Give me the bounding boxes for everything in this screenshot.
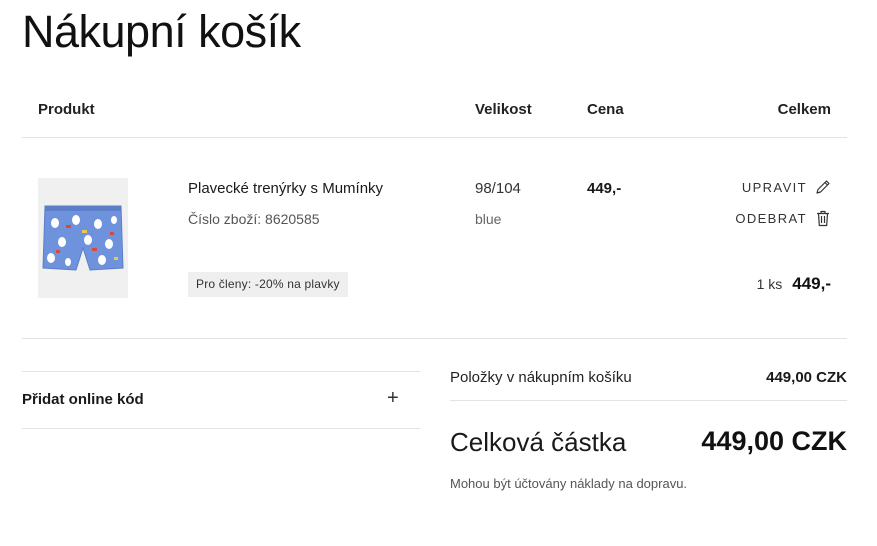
item-divider [22,338,847,339]
remove-label: ODEBRAT [735,211,807,226]
product-name[interactable]: Plavecké trenýrky s Mumínky [188,180,383,197]
shipping-note: Mohou být účtovány náklady na dopravu. [450,476,688,491]
swim-trunks-image [38,178,128,298]
page-title: Nákupní košík [22,6,301,57]
grand-total-label: Celková částka [450,427,627,457]
grand-total-value: 449,00 CZK [701,426,847,456]
quantity-total-row: 1 ks 449,- [757,274,831,294]
edit-label: UPRAVIT [741,179,807,195]
promo-code-divider-bottom [22,428,420,429]
header-price: Cena [587,101,624,118]
summary-divider [450,400,847,401]
header-product: Produkt [38,101,95,118]
promo-code-toggle[interactable]: Přidat online kód [22,391,144,408]
remove-button[interactable]: ODEBRAT [735,210,831,227]
promo-code-divider-top [22,371,420,372]
header-size: Velikost [475,101,532,118]
items-subtotal-value: 449,00 CZK [766,369,847,386]
product-item-number: Číslo zboží: 8620585 [188,211,320,227]
plus-icon[interactable]: + [387,386,399,410]
promo-badge: Pro členy: -20% na plavky [188,272,348,297]
edit-button[interactable]: UPRAVIT [742,179,831,195]
line-total: 449,- [792,274,831,293]
pencil-icon [815,179,831,195]
header-total: Celkem [777,101,831,118]
product-image[interactable] [38,178,128,298]
table-header-divider [22,137,847,138]
quantity: 1 ks [756,276,783,292]
product-color: blue [475,211,502,227]
trash-icon [815,210,831,227]
product-price: 449,- [587,180,622,197]
items-subtotal-label: Položky v nákupním košíku [450,369,632,386]
product-size: 98/104 [475,180,521,197]
